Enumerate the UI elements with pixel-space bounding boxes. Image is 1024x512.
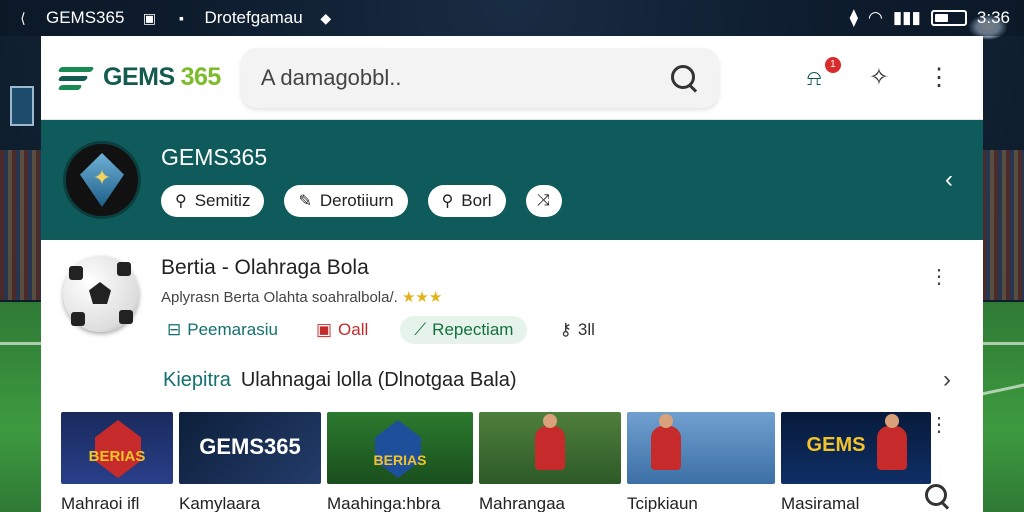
thumbnail-label: Maahinga:hbra [327,494,441,512]
thumbnail-item[interactable]: BERIAS Mahraoi ifl [61,412,173,512]
logo-number: 365 [180,63,222,91]
search-icon: ⚲ [175,192,187,210]
thumbnail-image-text: GEMS365 [199,434,301,459]
search-input[interactable]: A damagobbl.. [240,47,719,108]
table-icon: ⊟ [167,320,182,339]
search-value: A damagobbl.. [260,64,402,90]
action-3ll[interactable]: ⚷ 3ll [553,316,600,344]
thumbnail-image-text: BERIAS [88,448,146,465]
chevron-right-icon[interactable]: › [943,366,951,394]
top-bar: GEMS 365 A damagobbl.. ⍾ 1 ✧ ⋮ [41,36,983,120]
bell-icon: ⍾ [806,64,822,90]
square-icon: ▣ [315,320,333,339]
thumbnail-label: Kamylaara [179,494,261,512]
search-icon: ⚲ [441,192,454,210]
thumbnail-image [627,412,775,484]
action-peemarasiu[interactable]: ⊟ Peemarasiu [161,316,284,344]
thumbnail-image: BERIAS [61,412,173,484]
thumbnail-image-text: BERIAS [373,452,427,468]
status-bar: ⟨ GEMS365 ▣ ▪ Drotefgamau ◆ ⧫ ◠ ▮▮▮ 3:36 [0,0,1024,36]
thumbnail-image: BERIAS [327,412,473,484]
chevron-left-icon[interactable]: ‹ [945,166,953,194]
chip-label: Derotiiurn [319,190,394,210]
favorite-icon[interactable]: ✧ [869,63,889,92]
logo-text: GEMS [103,63,175,91]
stadium-banner [10,86,34,126]
thumbnail-item[interactable]: GEMS Masiramal [781,412,931,512]
search-icon[interactable] [669,63,699,93]
action-repectiam[interactable]: ⟋ Repectiam [400,316,528,344]
thumbnail-image-text: GEMS [806,434,866,456]
crowd-right [982,150,1024,300]
category-value: Ulahnagai lolla (Dlnotgaa Bala) [240,368,517,391]
share-chip[interactable]: ⤨ [525,184,562,217]
thumbnail-label: Masiramal [781,494,860,512]
app-listing: Bertia - Olahraga Bola Aplyrasn Berta Ol… [41,240,983,344]
thumbnail-item[interactable]: GEMS365 Kamylaara [179,412,321,512]
location-icon: ⧫ [849,8,858,27]
brand-logo[interactable]: GEMS 365 [57,63,222,92]
notification-button[interactable]: ⍾ 1 [806,56,841,91]
more-options-icon[interactable]: ⋮ [929,412,949,437]
clock: 3:36 [976,8,1010,27]
action-label: 3ll [577,320,595,339]
battery-icon [930,10,967,26]
chip-semitiz[interactable]: ⚲ Semitiz [161,184,265,217]
chip-label: Semitiz [194,190,251,210]
more-options-icon[interactable]: ⋮ [929,264,949,289]
thumbnail-image: GEMS365 [179,412,321,484]
rating-stars: ★★★ [401,289,443,306]
pen-icon: ✎ [298,192,312,210]
action-label: Oall [338,320,369,339]
action-label: Repectiam [432,320,514,339]
link-icon: ⟋ [414,320,427,339]
hero-title: GEMS365 [161,143,268,170]
carrier-name: GEMS365 [46,8,125,27]
category-key: Kiepitra [163,368,231,391]
chip-label: Borl [461,190,492,210]
app-subtitle-text: Aplyrasn Berta Olahta soahralbola/. [161,289,398,306]
action-oall[interactable]: ▣ Oall [310,316,374,344]
soccer-ball-icon [63,256,139,332]
app-subtitle: Aplyrasn Berta Olahta soahralbola/. ★★★ [161,288,961,306]
category-row[interactable]: Kiepitra Ulahnagai lolla (Dlnotgaa Bala)… [41,344,983,394]
logo-mark-icon [57,65,97,91]
thumbnail-item[interactable]: Mahrangaa [479,412,621,512]
thumbnail-label: Mahraoi ifl [61,494,140,512]
brand-avatar [63,141,141,219]
notification-badge: 1 [824,56,841,73]
crowd-left [0,150,42,300]
more-menu-icon[interactable]: ⋮ [927,63,951,92]
app-name: Bertia - Olahraga Bola [161,256,369,279]
signal-icon: ▮▮▮ [892,8,921,27]
thumbnail-item[interactable]: BERIAS Maahinga:hbra [327,412,473,512]
thumbnail-item[interactable]: Tcipkiaun [627,412,775,512]
hero-header: GEMS365 ⚲ Semitiz ✎ Derotiiurn ⚲ Borl ⤨ ‹ [41,120,983,240]
chip-borl[interactable]: ⚲ Borl [427,184,506,217]
notification-dot-icon: ◆ [320,9,332,26]
save-icon: ▣ [142,9,157,26]
thumbnail-image [479,412,621,484]
chip-derotiiurn[interactable]: ✎ Derotiiurn [284,184,408,217]
thumbnail-strip: BERIAS Mahraoi ifl GEMS365 Kamylaara BER… [41,394,983,512]
action-label: Peemarasiu [187,320,278,339]
share-icon: ⤨ [537,191,550,209]
back-gesture-icon: ⟨ [20,9,26,26]
app-window: GEMS365 A damagobbl.. ⍾ 1 ✧ ⋮ GEMS365 ⚲S… [41,36,983,512]
key-icon: ⚷ [559,320,572,339]
thumbnail-label: Tcipkiaun [627,494,698,512]
wifi-icon: ◠ [867,8,883,27]
thumbnail-image: GEMS [781,412,931,484]
thumbnail-label: Mahrangaa [479,494,566,512]
message-icon: ▪ [178,10,184,26]
notification-text: Drotefgamau [204,8,303,27]
shield-icon [80,153,124,207]
search-icon[interactable] [923,482,951,510]
